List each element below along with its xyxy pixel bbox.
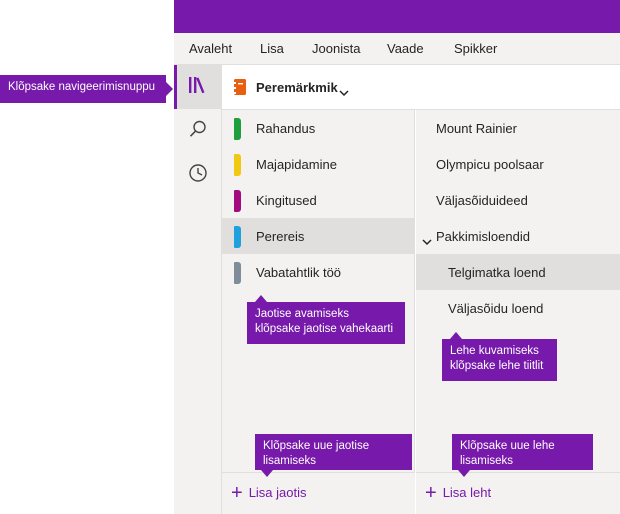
callout-pointer <box>450 332 462 339</box>
menu-help[interactable]: Spikker <box>454 41 497 56</box>
add-section-callout: Klõpsake uue jaotise lisamiseks <box>255 434 412 477</box>
subpage-item-selected[interactable]: Telgimatka loend <box>416 254 620 290</box>
callout-pointer <box>261 470 273 477</box>
section-label: Majapidamine <box>256 157 337 172</box>
page-label: Mount Rainier <box>436 121 517 136</box>
add-section-callout-text: Klõpsake uue jaotise lisamiseks <box>263 440 370 467</box>
page-title-callout: Lehe kuvamiseks klõpsake lehe tiitlit <box>442 332 557 381</box>
section-item[interactable]: Kingitused <box>222 182 415 218</box>
section-item[interactable]: Majapidamine <box>222 146 415 182</box>
clock-icon <box>188 163 208 188</box>
section-tab-icon <box>234 190 241 212</box>
menu-home[interactable]: Avaleht <box>189 41 232 56</box>
section-tab-icon <box>234 118 241 140</box>
add-page-label: Lisa leht <box>442 485 492 500</box>
navigation-rail <box>174 65 222 514</box>
add-page-callout: Klõpsake uue lehe lisamiseks <box>452 434 593 477</box>
plus-icon: + <box>425 481 437 504</box>
notebook-icon <box>233 78 247 101</box>
search-icon <box>188 119 208 144</box>
pages-footer: + Lisa leht <box>416 472 620 514</box>
menu-draw[interactable]: Joonista <box>312 41 360 56</box>
section-label: Vabatahtlik töö <box>256 265 342 280</box>
chevron-down-icon <box>339 84 349 102</box>
section-item[interactable]: Rahandus <box>222 110 415 146</box>
search-nav-button[interactable] <box>174 109 221 153</box>
notebook-title: Peremärkmik <box>256 80 338 95</box>
callout-pointer <box>458 470 470 477</box>
nav-callout-text: Klõpsake navigeerimisnuppu <box>8 81 156 93</box>
page-label: Väljasõiduideed <box>436 193 528 208</box>
menu-insert[interactable]: Lisa <box>260 41 284 56</box>
page-item[interactable]: Mount Rainier <box>416 110 620 146</box>
page-title-callout-text: Lehe kuvamiseks klõpsake lehe tiitlit <box>450 345 544 372</box>
section-tab-icon <box>234 226 241 248</box>
add-section-button[interactable]: + Lisa jaotis <box>231 481 307 504</box>
section-tab-callout-text: Jaotise avamiseks klõpsake jaotise vahek… <box>255 308 394 335</box>
chevron-down-icon[interactable] <box>422 233 432 251</box>
page-item[interactable]: Olympicu poolsaar <box>416 146 620 182</box>
notebooks-nav-button[interactable] <box>174 65 221 109</box>
page-item[interactable]: Väljasõiduideed <box>416 182 620 218</box>
section-tab-icon <box>234 262 241 284</box>
add-page-callout-text: Klõpsake uue lehe lisamiseks <box>460 440 555 467</box>
notebook-selector[interactable]: Peremärkmik <box>222 65 620 110</box>
section-label: Perereis <box>256 229 305 244</box>
notebooks-icon <box>187 75 209 100</box>
page-item-group[interactable]: Pakkimisloendid <box>416 218 620 254</box>
section-item-selected[interactable]: Perereis <box>222 218 415 254</box>
callout-pointer <box>166 82 173 96</box>
ribbon-menu: Avaleht Lisa Joonista Vaade Spikker <box>174 33 620 65</box>
page-label: Olympicu poolsaar <box>436 157 544 172</box>
callout-pointer <box>255 295 267 302</box>
page-label: Väljasõidu loend <box>448 301 544 316</box>
title-bar <box>174 0 620 33</box>
plus-icon: + <box>231 481 243 504</box>
add-section-label: Lisa jaotis <box>248 485 307 500</box>
add-page-button[interactable]: + Lisa leht <box>425 481 492 504</box>
nav-callout: Klõpsake navigeerimisnuppu <box>0 75 173 103</box>
section-tab-callout: Jaotise avamiseks klõpsake jaotise vahek… <box>247 295 405 344</box>
subpage-item[interactable]: Väljasõidu loend <box>416 290 620 326</box>
section-label: Rahandus <box>256 121 316 136</box>
menu-view[interactable]: Vaade <box>387 41 424 56</box>
page-label: Pakkimisloendid <box>436 229 530 244</box>
section-item[interactable]: Vabatahtlik töö <box>222 254 415 290</box>
sections-footer: + Lisa jaotis <box>222 472 415 514</box>
section-tab-icon <box>234 154 241 176</box>
recent-nav-button[interactable] <box>174 153 221 197</box>
section-label: Kingitused <box>256 193 317 208</box>
page-label: Telgimatka loend <box>448 265 546 280</box>
